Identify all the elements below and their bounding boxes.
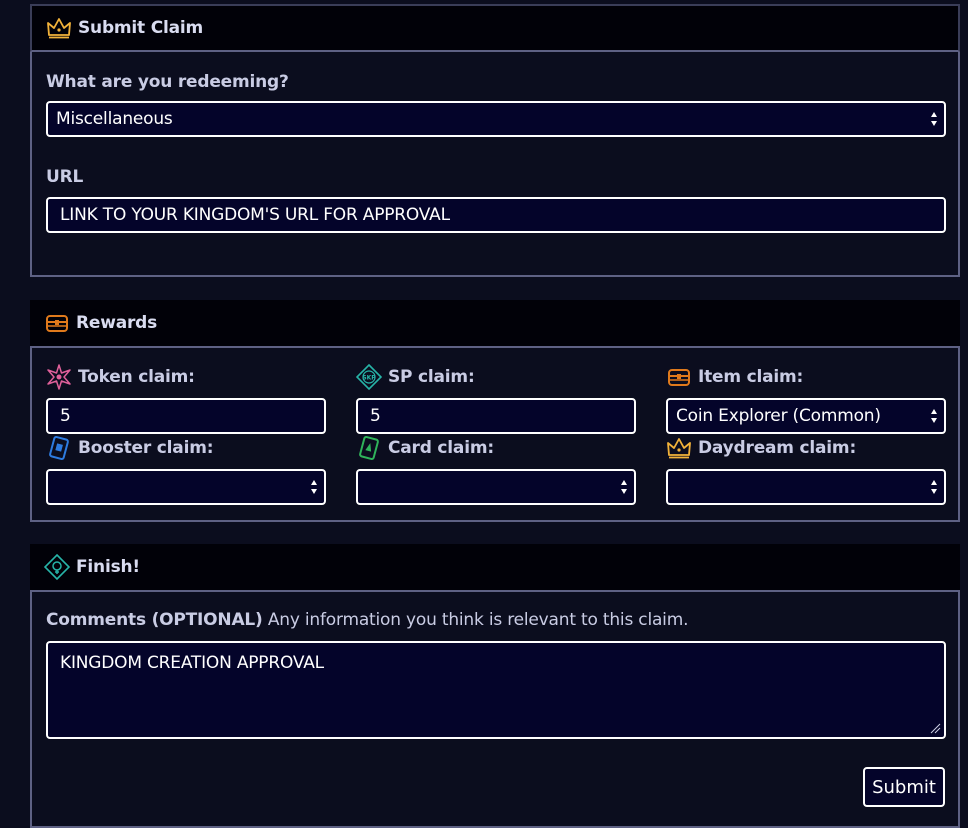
token-star-icon <box>46 364 72 390</box>
treasure-chest-icon <box>44 310 70 336</box>
comments-label: Comments (OPTIONAL) Any information you … <box>46 610 688 630</box>
resize-grip-icon[interactable] <box>929 722 941 734</box>
redeem-selected-value: Miscellaneous <box>56 109 173 129</box>
treasure-chest-icon <box>666 364 692 390</box>
booster-claim-label: Booster claim: <box>46 435 214 461</box>
daydream-claim-select[interactable] <box>666 469 946 505</box>
skp-diamond-icon: SKP <box>356 364 382 390</box>
submit-claim-header: Submit Claim <box>30 4 960 52</box>
booster-claim-select[interactable] <box>46 469 326 505</box>
item-claim-select[interactable]: Coin Explorer (Common) <box>666 398 946 434</box>
comments-label-hint: Any information you think is relevant to… <box>262 610 689 630</box>
sp-claim-input[interactable]: 5 <box>356 398 636 434</box>
finish-header: Finish! <box>30 544 960 592</box>
token-claim-input[interactable]: 5 <box>46 398 326 434</box>
redeem-select[interactable]: Miscellaneous <box>46 101 946 137</box>
item-claim-label: Item claim: <box>666 364 803 390</box>
select-arrows-icon <box>931 112 937 126</box>
select-arrows-icon <box>931 409 937 423</box>
submit-claim-panel: Submit Claim What are you redeeming? Mis… <box>30 4 960 277</box>
token-claim-label: Token claim: <box>46 364 195 390</box>
rewards-panel: Rewards Token claim: SKP SP claim: Item … <box>30 300 960 522</box>
booster-card-icon <box>46 435 72 461</box>
select-arrows-icon <box>311 480 317 494</box>
url-input-value: LINK TO YOUR KINGDOM'S URL FOR APPROVAL <box>60 205 450 225</box>
select-arrows-icon <box>621 480 627 494</box>
submit-claim-title: Submit Claim <box>78 18 204 38</box>
submit-claim-body: What are you redeeming? Miscellaneous UR… <box>30 52 960 277</box>
finish-diamond-icon <box>44 554 70 580</box>
url-input[interactable]: LINK TO YOUR KINGDOM'S URL FOR APPROVAL <box>46 197 946 233</box>
finish-title: Finish! <box>76 557 140 577</box>
daydream-claim-label: Daydream claim: <box>666 435 856 461</box>
card-claim-label: Card claim: <box>356 435 494 461</box>
crown-icon <box>46 15 72 41</box>
finish-body: Comments (OPTIONAL) Any information you … <box>30 592 960 828</box>
card-claim-select[interactable] <box>356 469 636 505</box>
comments-textarea[interactable]: KINGDOM CREATION APPROVAL <box>46 641 946 739</box>
submit-button[interactable]: Submit <box>863 767 945 807</box>
rewards-title: Rewards <box>76 313 158 333</box>
comments-label-bold: Comments (OPTIONAL) <box>46 610 263 630</box>
rewards-body: Token claim: SKP SP claim: Item claim: 5… <box>30 348 960 522</box>
crown-icon <box>666 435 692 461</box>
sp-claim-label: SKP SP claim: <box>356 364 475 390</box>
url-label: URL <box>46 167 84 187</box>
svg-text:SKP: SKP <box>362 375 376 382</box>
rewards-header: Rewards <box>30 300 960 348</box>
redeem-label: What are you redeeming? <box>46 72 289 92</box>
finish-panel: Finish! Comments (OPTIONAL) Any informat… <box>30 544 960 828</box>
select-arrows-icon <box>931 480 937 494</box>
card-icon <box>356 435 382 461</box>
